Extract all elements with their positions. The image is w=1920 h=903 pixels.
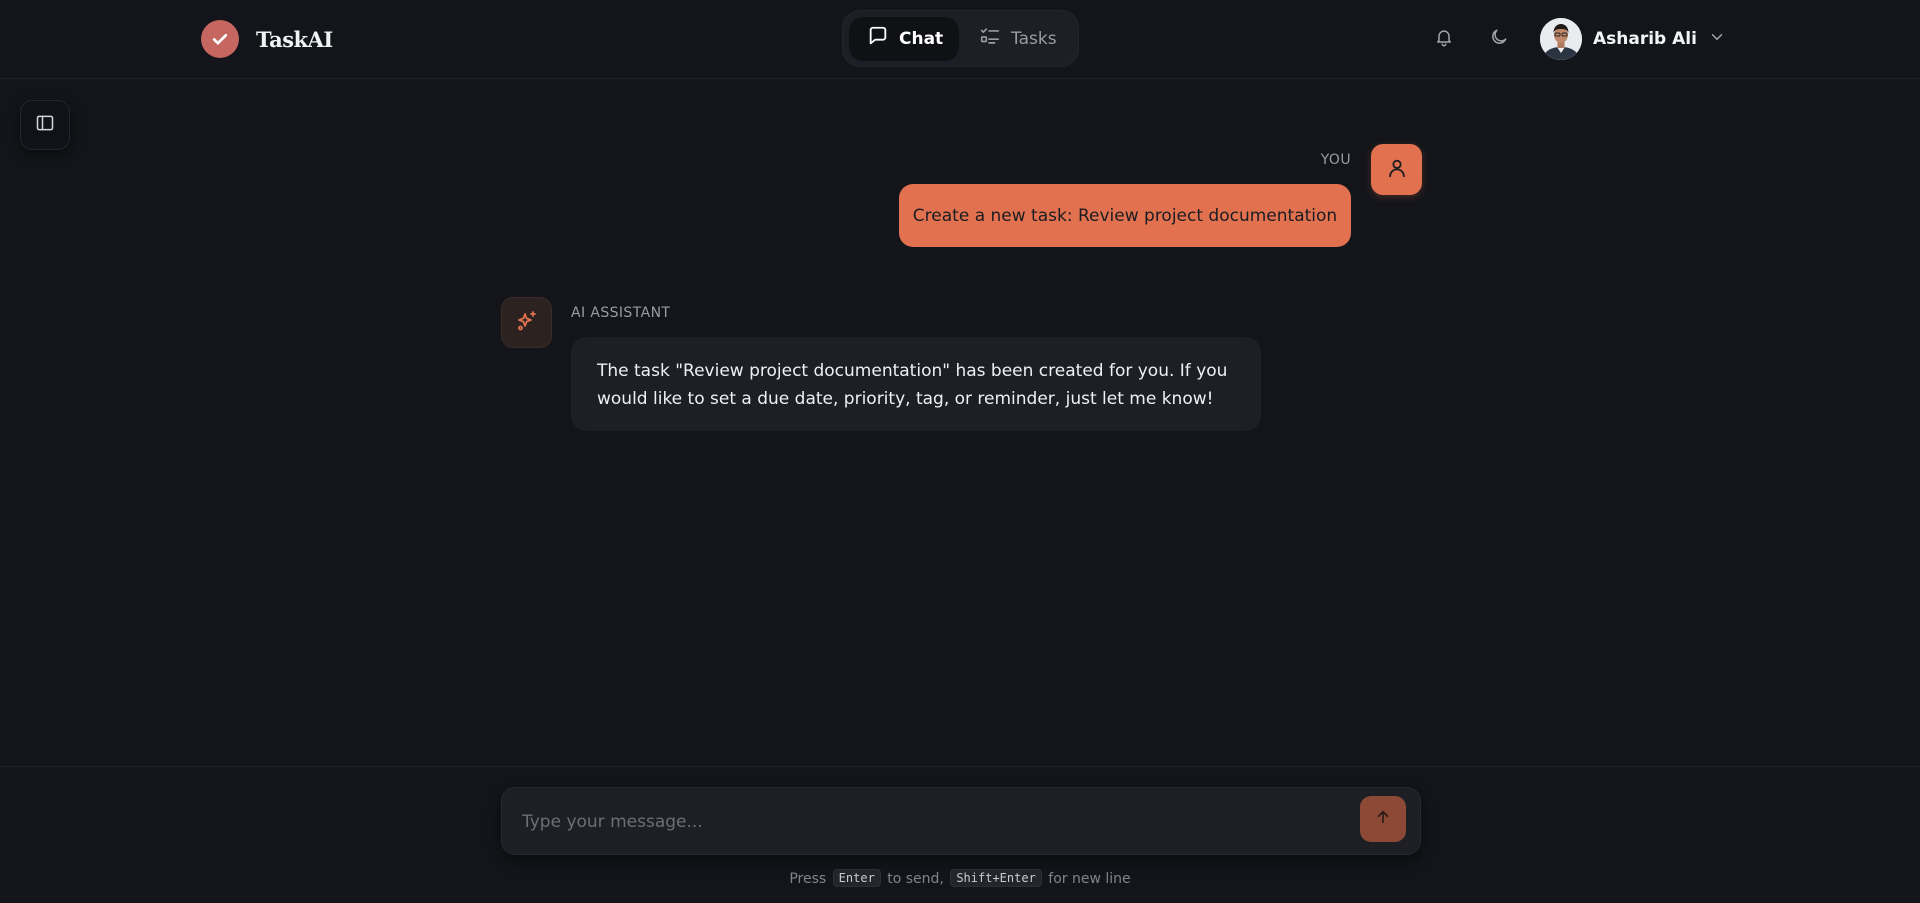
kbd-shift-enter: Shift+Enter: [950, 869, 1042, 887]
check-logo-icon: [201, 20, 239, 58]
send-button[interactable]: [1360, 796, 1406, 842]
brand-name: TaskAI: [256, 26, 333, 52]
assistant-message-bubble: The task "Review project documentation" …: [571, 337, 1261, 431]
chat-bubble-icon: [867, 25, 889, 52]
assistant-avatar: [501, 297, 552, 348]
view-switcher: Chat Tasks: [842, 10, 1079, 67]
user-avatar: [1371, 144, 1422, 195]
moon-icon: [1489, 27, 1509, 51]
kbd-enter: Enter: [832, 869, 881, 887]
assistant-message-label: AI ASSISTANT: [571, 305, 671, 321]
tab-tasks-label: Tasks: [1011, 28, 1057, 49]
hint-middle: to send,: [887, 871, 944, 887]
hint-prefix: Press: [789, 871, 827, 887]
sparkles-icon: [515, 309, 539, 337]
user-message-bubble: Create a new task: Review project docume…: [899, 184, 1351, 247]
tab-chat[interactable]: Chat: [849, 16, 959, 61]
top-header: TaskAI Chat Tasks Asharib Ali: [0, 0, 1920, 79]
assistant-message-text: The task "Review project documentation" …: [597, 361, 1228, 409]
message-composer: [501, 787, 1421, 855]
checklist-icon: [979, 25, 1001, 52]
message-input[interactable]: [522, 802, 1342, 842]
sidebar-panel-icon: [35, 113, 55, 137]
bell-icon: [1434, 27, 1454, 51]
user-message-label: YOU: [1320, 152, 1351, 168]
composer-divider: [0, 766, 1920, 767]
user-icon: [1386, 157, 1408, 183]
notifications-button[interactable]: [1425, 20, 1463, 58]
user-message-text: Create a new task: Review project docume…: [912, 205, 1338, 226]
brand[interactable]: TaskAI: [201, 20, 333, 58]
sidebar-toggle-button[interactable]: [20, 100, 70, 150]
chevron-down-icon: [1708, 28, 1726, 50]
avatar: [1540, 18, 1582, 60]
keyboard-hint: Press Enter to send, Shift+Enter for new…: [0, 869, 1920, 887]
tab-chat-label: Chat: [899, 28, 944, 49]
tab-tasks[interactable]: Tasks: [961, 17, 1075, 61]
user-menu[interactable]: Asharib Ali: [1540, 18, 1726, 60]
hint-suffix: for new line: [1048, 871, 1131, 887]
user-name: Asharib Ali: [1593, 29, 1697, 49]
theme-toggle-button[interactable]: [1480, 20, 1518, 58]
arrow-up-icon: [1374, 808, 1392, 830]
